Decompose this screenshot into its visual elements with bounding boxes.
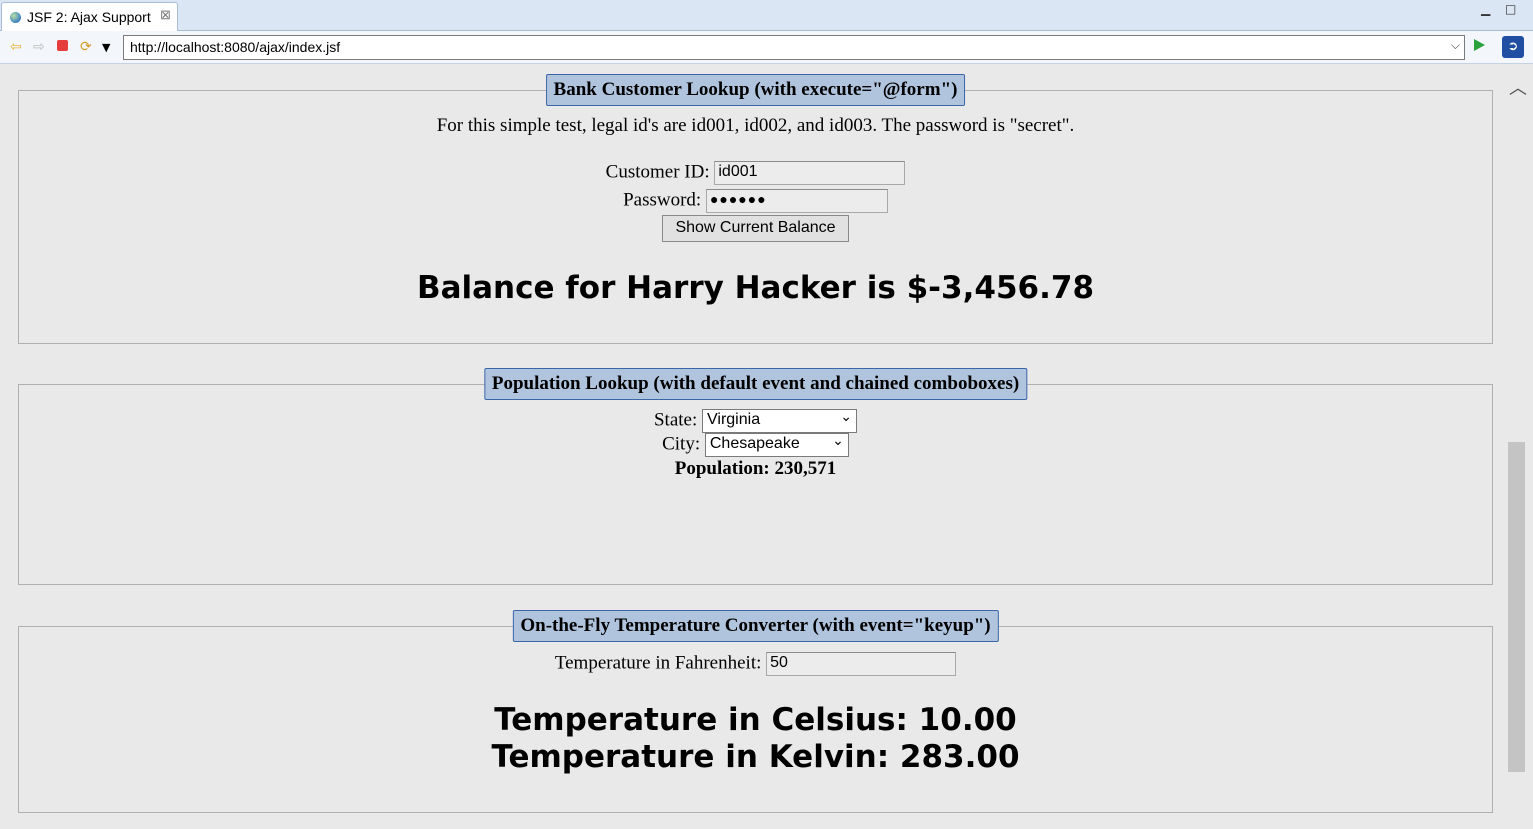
url-bar[interactable]: http://localhost:8080/ajax/index.jsf ⌵ bbox=[123, 35, 1465, 60]
bank-lookup-panel: Bank Customer Lookup (with execute="@for… bbox=[18, 74, 1493, 344]
password-input[interactable]: ●●●●●● bbox=[705, 189, 888, 213]
scrollbar[interactable]: ︿ bbox=[1505, 64, 1528, 829]
stop-icon[interactable] bbox=[57, 40, 68, 51]
back-icon[interactable]: ⇦ bbox=[10, 39, 22, 55]
scroll-thumb[interactable] bbox=[1508, 442, 1525, 772]
celsius-result: Temperature in Celsius: 10.00 bbox=[494, 702, 1017, 738]
bank-hint: For this simple test, legal id's are id0… bbox=[436, 115, 1075, 136]
fahrenheit-input[interactable]: 50 bbox=[766, 652, 957, 676]
refresh-icon[interactable]: ⟳ bbox=[80, 39, 92, 55]
customer-id-input[interactable]: id001 bbox=[714, 161, 906, 185]
chevron-down-icon: ⌄ bbox=[840, 409, 853, 425]
customer-id-label: Customer ID: bbox=[605, 161, 710, 183]
minimize-icon[interactable]: ▁ bbox=[1481, 2, 1490, 16]
close-icon[interactable]: ⊠ bbox=[160, 7, 171, 23]
tab-bar: JSF 2: Ajax Support ⊠ ▁ □ bbox=[0, 0, 1533, 31]
tab-title: JSF 2: Ajax Support bbox=[27, 9, 151, 25]
customer-id-row: Customer ID: id001 bbox=[19, 161, 1492, 185]
fahrenheit-label: Temperature in Fahrenheit: bbox=[554, 652, 762, 674]
fahrenheit-row: Temperature in Fahrenheit: 50 bbox=[19, 652, 1492, 676]
state-label: State: bbox=[653, 409, 698, 431]
city-select-value: Chesapeake bbox=[709, 435, 800, 452]
scroll-up-icon[interactable]: ︿ bbox=[1509, 74, 1527, 100]
bank-panel-legend: Bank Customer Lookup (with execute="@for… bbox=[545, 74, 966, 106]
state-select[interactable]: Virginia ⌄ bbox=[702, 409, 858, 433]
city-row: City: Chesapeake ⌄ bbox=[19, 433, 1492, 457]
state-row: State: Virginia ⌄ bbox=[19, 409, 1492, 433]
temperature-panel-legend: On-the-Fly Temperature Converter (with e… bbox=[512, 610, 999, 642]
chevron-down-icon: ⌄ bbox=[832, 433, 844, 449]
password-label: Password: bbox=[623, 189, 702, 211]
password-row: Password: ●●●●●● bbox=[19, 189, 1492, 213]
dropdown-icon[interactable]: ▼ bbox=[102, 41, 110, 54]
kelvin-result: Temperature in Kelvin: 283.00 bbox=[491, 739, 1020, 775]
city-label: City: bbox=[662, 433, 701, 455]
forward-icon[interactable]: ⇨ bbox=[33, 39, 45, 55]
extension-icon[interactable]: ➲ bbox=[1502, 36, 1524, 58]
browser-toolbar: ⇦ ⇨ ⟳ ▼ http://localhost:8080/ajax/index… bbox=[0, 31, 1533, 64]
chevron-down-icon[interactable]: ⌵ bbox=[1451, 38, 1460, 53]
balance-button-row: Show Current Balance bbox=[19, 215, 1492, 242]
globe-icon bbox=[10, 12, 21, 23]
browser-tab[interactable]: JSF 2: Ajax Support ⊠ bbox=[1, 2, 178, 31]
population-result: Population: 230,571 bbox=[674, 458, 837, 479]
city-select[interactable]: Chesapeake ⌄ bbox=[704, 433, 849, 457]
maximize-icon[interactable]: □ bbox=[1505, 2, 1516, 16]
url-text: http://localhost:8080/ajax/index.jsf bbox=[130, 39, 341, 55]
temperature-converter-panel: On-the-Fly Temperature Converter (with e… bbox=[18, 610, 1493, 813]
state-select-value: Virginia bbox=[707, 411, 761, 428]
show-balance-button[interactable]: Show Current Balance bbox=[662, 215, 849, 242]
population-lookup-panel: Population Lookup (with default event an… bbox=[18, 368, 1493, 585]
go-icon[interactable] bbox=[1474, 39, 1485, 51]
population-panel-legend: Population Lookup (with default event an… bbox=[483, 368, 1028, 400]
balance-result: Balance for Harry Hacker is $-3,456.78 bbox=[416, 270, 1095, 306]
